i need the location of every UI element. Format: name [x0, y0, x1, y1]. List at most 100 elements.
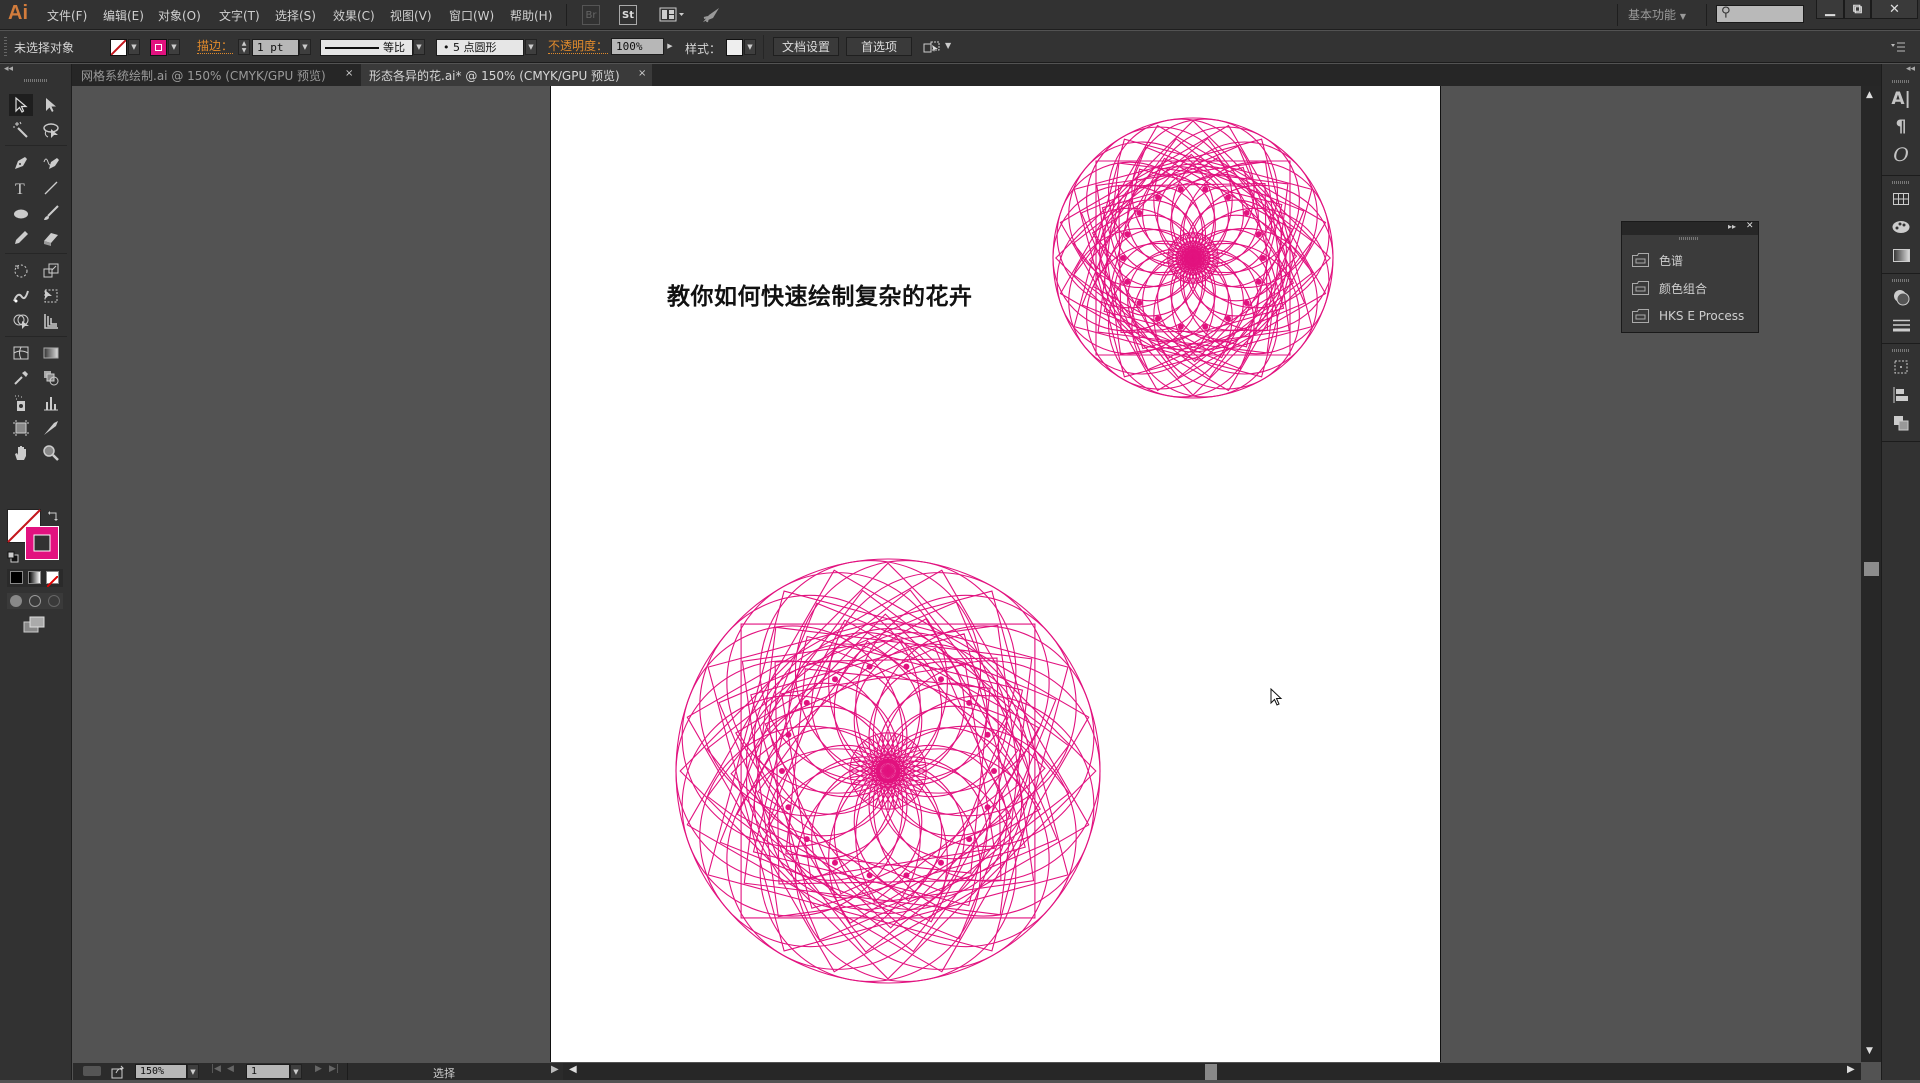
brush-definition[interactable]: • 5 点圆形 [436, 39, 524, 56]
zoom-dropdown[interactable]: ▼ [187, 1064, 199, 1079]
vertical-scroll-thumb[interactable] [1864, 562, 1879, 576]
small-flower[interactable] [1048, 113, 1338, 403]
scale-tool[interactable] [39, 260, 63, 282]
artboard-dropdown[interactable]: ▼ [290, 1064, 302, 1079]
draw-behind-icon[interactable] [29, 595, 41, 607]
workspace-switcher[interactable]: 基本功能 ▼ [1628, 6, 1686, 23]
pencil-tool[interactable] [9, 227, 33, 249]
graphic-style-dropdown[interactable]: ▼ [744, 39, 756, 55]
draw-normal-icon[interactable] [10, 595, 22, 607]
scroll-right-icon[interactable]: ▶ [1847, 1064, 1855, 1075]
library-item-hks-e-process[interactable]: HKS E Process [1632, 306, 1744, 326]
opentype-panel-icon[interactable]: O [1890, 144, 1912, 166]
close-window-button[interactable]: ✕ [1871, 0, 1918, 19]
opacity-field[interactable]: 100% [611, 38, 664, 55]
graphic-style-swatch[interactable] [726, 39, 743, 56]
expand-panels-icon[interactable]: ◂◂ [1906, 64, 1915, 74]
control-panel-menu-icon[interactable] [1890, 39, 1906, 53]
lasso-tool[interactable] [39, 119, 63, 141]
swatches-panel-icon[interactable] [1890, 188, 1912, 210]
gradient-button[interactable] [28, 571, 41, 584]
dock-grip[interactable] [1892, 181, 1910, 184]
stroke-panel-icon[interactable] [1890, 314, 1912, 336]
transparency-panel-icon[interactable] [1890, 286, 1912, 308]
color-button[interactable] [10, 571, 23, 584]
variable-width-profile[interactable]: 等比 [320, 39, 413, 56]
first-artboard-icon[interactable]: |◀ [211, 1064, 221, 1074]
eraser-tool[interactable] [39, 227, 63, 249]
curvature-tool[interactable] [39, 152, 63, 174]
menu-view[interactable]: 视图(V) [390, 7, 432, 24]
menu-window[interactable]: 窗口(W) [449, 7, 494, 24]
close-panel-icon[interactable]: ✕ [1746, 221, 1754, 231]
scroll-down-icon[interactable]: ▼ [1866, 1046, 1873, 1056]
scroll-left-icon[interactable]: ◀ [569, 1064, 577, 1075]
transform-panel-icon[interactable] [1890, 356, 1912, 378]
menu-type[interactable]: 文字(T) [219, 7, 260, 24]
menu-file[interactable]: 文件(F) [47, 7, 87, 24]
select-similar-dropdown[interactable]: ▼ [945, 41, 951, 50]
close-tab-icon[interactable]: × [345, 68, 353, 79]
tab-grid-system[interactable]: 网格系统绘制.ai @ 150% (CMYK/GPU 预览) × [73, 64, 359, 86]
column-graph-tool[interactable] [39, 392, 63, 414]
artboard-tool[interactable] [9, 417, 33, 439]
brush-dropdown[interactable]: ▼ [525, 39, 537, 55]
color-guide-palette-icon[interactable] [1890, 216, 1912, 238]
fill-dropdown[interactable]: ▼ [128, 39, 140, 55]
fill-swatch[interactable] [110, 39, 127, 56]
swap-fill-stroke-icon[interactable] [48, 507, 60, 521]
arrange-documents-icon[interactable] [658, 5, 686, 25]
zoom-tool[interactable] [39, 442, 63, 464]
ellipse-tool[interactable] [9, 202, 33, 224]
none-button[interactable] [46, 571, 59, 588]
next-artboard-icon[interactable]: ▶ [315, 1064, 322, 1074]
blend-tool[interactable] [39, 367, 63, 389]
screen-mode-icon[interactable] [23, 616, 45, 634]
dock-grip[interactable] [1892, 80, 1910, 83]
paragraph-panel-icon[interactable]: ¶ [1890, 116, 1912, 138]
large-flower[interactable] [672, 555, 1104, 987]
stroke-label[interactable]: 描边： [197, 40, 234, 54]
hand-tool[interactable] [9, 442, 33, 464]
share-icon[interactable] [111, 1064, 125, 1079]
stroke-dropdown[interactable]: ▼ [168, 39, 180, 55]
artboard[interactable]: 教你如何快速绘制复杂的花卉 [550, 86, 1441, 1062]
gradient-tool[interactable] [39, 342, 63, 364]
tools-grip[interactable] [24, 79, 48, 82]
eyedropper-tool[interactable] [9, 367, 33, 389]
perspective-grid-tool[interactable] [39, 310, 63, 332]
bridge-icon[interactable]: Br [582, 5, 600, 25]
library-item-spectrum[interactable]: 色谱 [1632, 250, 1683, 270]
control-bar-grip[interactable] [4, 37, 7, 57]
artboard-number-field[interactable]: 1 [246, 1064, 290, 1079]
last-artboard-icon[interactable]: ▶| [329, 1064, 339, 1074]
panel-grip[interactable] [1679, 237, 1699, 240]
stroke-color-swatch[interactable] [25, 526, 59, 560]
draw-inside-icon[interactable] [48, 595, 60, 607]
menu-help[interactable]: 帮助(H) [510, 7, 552, 24]
panel-header[interactable]: ▸▸ ✕ [1622, 221, 1758, 235]
gpu-performance-icon[interactable] [700, 5, 722, 25]
symbol-sprayer-tool[interactable] [9, 392, 33, 414]
pathfinder-panel-icon[interactable] [1890, 412, 1912, 434]
preferences-button[interactable]: 首选项 [846, 37, 912, 56]
pen-tool[interactable] [9, 152, 33, 174]
stroke-weight-stepper[interactable]: ▲ ▼ [238, 39, 250, 55]
select-similar-icon[interactable] [923, 40, 943, 54]
stroke-weight-dropdown[interactable]: ▼ [299, 39, 311, 55]
opacity-slider-toggle[interactable]: ▶ [664, 38, 676, 54]
type-tool[interactable]: T [9, 177, 33, 199]
opacity-label[interactable]: 不透明度： [548, 40, 609, 54]
menu-edit[interactable]: 编辑(E) [103, 7, 144, 24]
status-menu-icon[interactable]: ▶ [551, 1064, 559, 1075]
library-item-color-combinations[interactable]: 颜色组合 [1632, 278, 1707, 298]
current-tool-status[interactable]: 选择 [433, 1065, 455, 1081]
menu-object[interactable]: 对象(O) [158, 7, 201, 24]
dock-grip[interactable] [1892, 349, 1910, 352]
menu-effect[interactable]: 效果(C) [333, 7, 375, 24]
artboard-heading[interactable]: 教你如何快速绘制复杂的花卉 [667, 277, 973, 311]
selection-tool[interactable] [9, 94, 33, 116]
character-panel-icon[interactable]: A| [1890, 88, 1912, 110]
collapse-panel-icon[interactable]: ▸▸ [1728, 222, 1736, 231]
restore-button[interactable]: ⧉ [1844, 0, 1871, 19]
